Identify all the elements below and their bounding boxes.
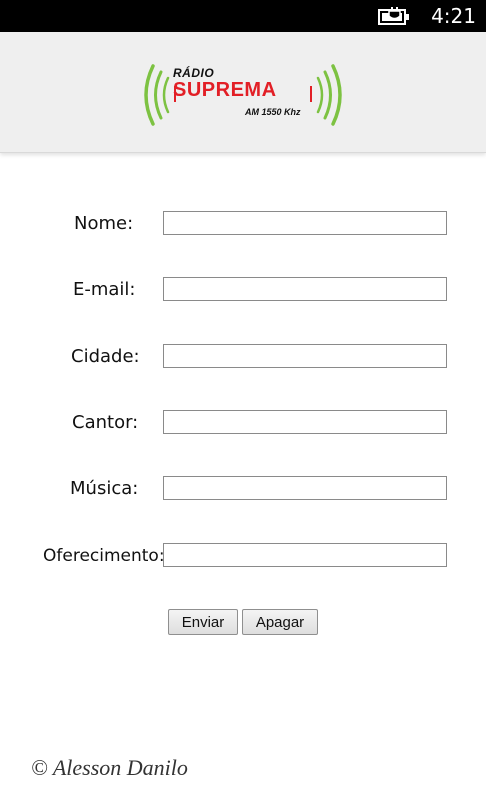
apagar-button[interactable]: Apagar xyxy=(242,609,318,635)
footer-credit: © Alesson Danilo xyxy=(31,755,188,780)
app-header: RÁDIO SUPREMA AM 1550 Khz xyxy=(0,32,486,153)
form-row-musica: Música: xyxy=(0,476,486,502)
enviar-button[interactable]: Enviar xyxy=(168,609,238,635)
logo-frequency-text: AM 1550 Khz xyxy=(245,107,301,117)
musica-input[interactable] xyxy=(163,476,447,500)
form-row-email: E-mail: xyxy=(0,277,486,303)
cantor-input[interactable] xyxy=(163,410,447,434)
nome-input[interactable] xyxy=(163,211,447,235)
form-row-nome: Nome: xyxy=(0,211,486,237)
email-label: E-mail: xyxy=(73,279,136,300)
cidade-input[interactable] xyxy=(163,344,447,368)
logo-suprema-text: SUPREMA xyxy=(173,79,277,101)
form-row-cantor: Cantor: xyxy=(0,410,486,436)
radio-suprema-logo: RÁDIO SUPREMA AM 1550 Khz xyxy=(141,62,345,128)
musica-label: Música: xyxy=(70,478,139,499)
battery-charging-icon xyxy=(378,7,409,25)
email-input[interactable] xyxy=(163,277,447,301)
logo-radio-text: RÁDIO xyxy=(173,66,215,80)
cidade-label: Cidade: xyxy=(71,346,140,367)
form-row-oferecimento: Oferecimento: xyxy=(0,543,486,569)
form-row-cidade: Cidade: xyxy=(0,344,486,370)
oferecimento-label: Oferecimento: xyxy=(43,546,165,566)
oferecimento-input[interactable] xyxy=(163,543,447,567)
clock: 4:21 xyxy=(431,4,476,28)
cantor-label: Cantor: xyxy=(72,412,139,433)
status-bar: 4:21 xyxy=(0,0,486,32)
nome-label: Nome: xyxy=(74,213,134,234)
